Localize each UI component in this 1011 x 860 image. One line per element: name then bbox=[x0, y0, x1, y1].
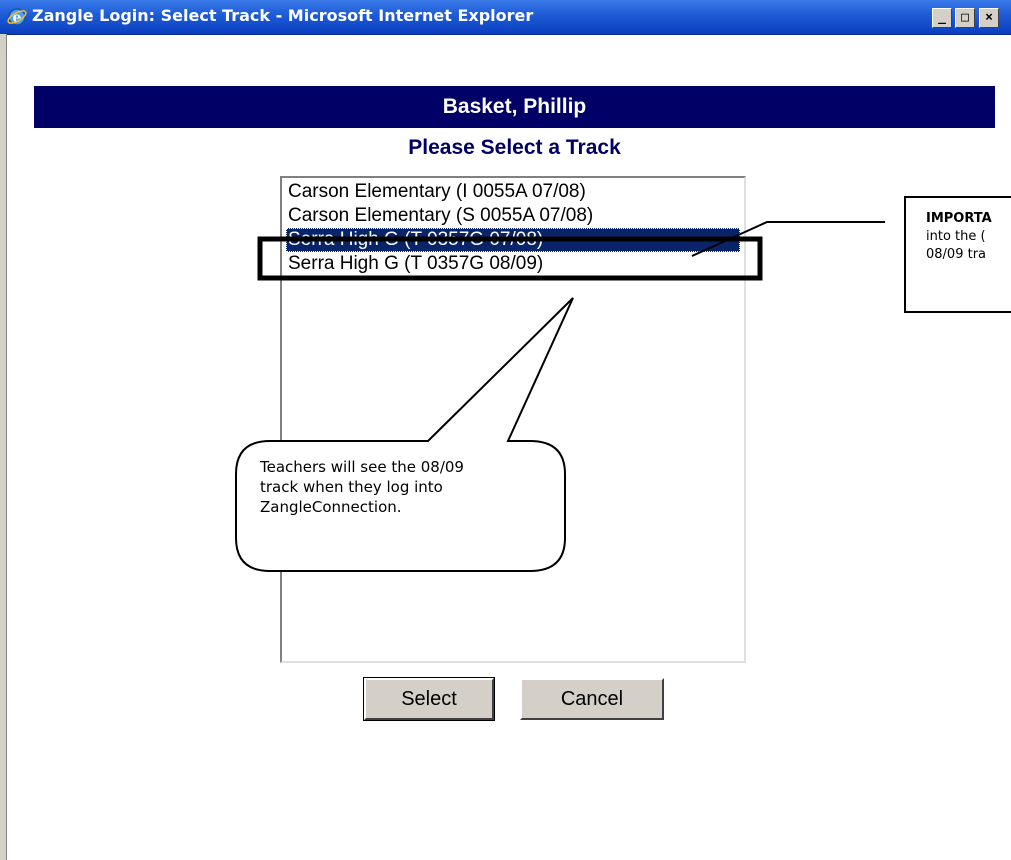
track-option[interactable]: Carson Elementary (I 0055A 07/08) bbox=[286, 180, 740, 204]
cancel-button[interactable]: Cancel bbox=[520, 678, 664, 720]
user-name-banner: Basket, Phillip bbox=[34, 86, 995, 128]
title-bar[interactable]: e Zangle Login: Select Track - Microsoft… bbox=[0, 0, 1011, 35]
window-title: Zangle Login: Select Track - Microsoft I… bbox=[32, 6, 534, 25]
window-frame-left bbox=[0, 34, 7, 860]
track-option-selected[interactable]: Serra High G (T 0357G 07/08) bbox=[286, 228, 740, 252]
track-listbox[interactable]: Carson Elementary (I 0055A 07/08) Carson… bbox=[280, 176, 746, 663]
select-button[interactable]: Select bbox=[364, 678, 494, 720]
page-subtitle: Please Select a Track bbox=[408, 136, 621, 159]
note-line-1: IMPORTA bbox=[926, 211, 992, 226]
note-line-2: into the ( bbox=[926, 229, 986, 244]
maximize-button[interactable]: □ bbox=[955, 8, 975, 28]
track-option[interactable]: Carson Elementary (S 0055A 07/08) bbox=[286, 204, 740, 228]
note-line-3: 08/09 tra bbox=[926, 247, 987, 262]
track-option[interactable]: Serra High G (T 0357G 08/09) bbox=[286, 252, 740, 276]
callout-text: Teachers will see the 08/09 track when t… bbox=[260, 458, 464, 516]
browser-window: e Zangle Login: Select Track - Microsoft… bbox=[0, 0, 1011, 860]
important-note-text: IMPORTA into the ( 08/09 tra bbox=[926, 210, 1011, 264]
internet-explorer-icon: e bbox=[7, 8, 27, 26]
close-button[interactable]: × bbox=[979, 8, 999, 28]
minimize-button[interactable]: _ bbox=[932, 8, 952, 28]
